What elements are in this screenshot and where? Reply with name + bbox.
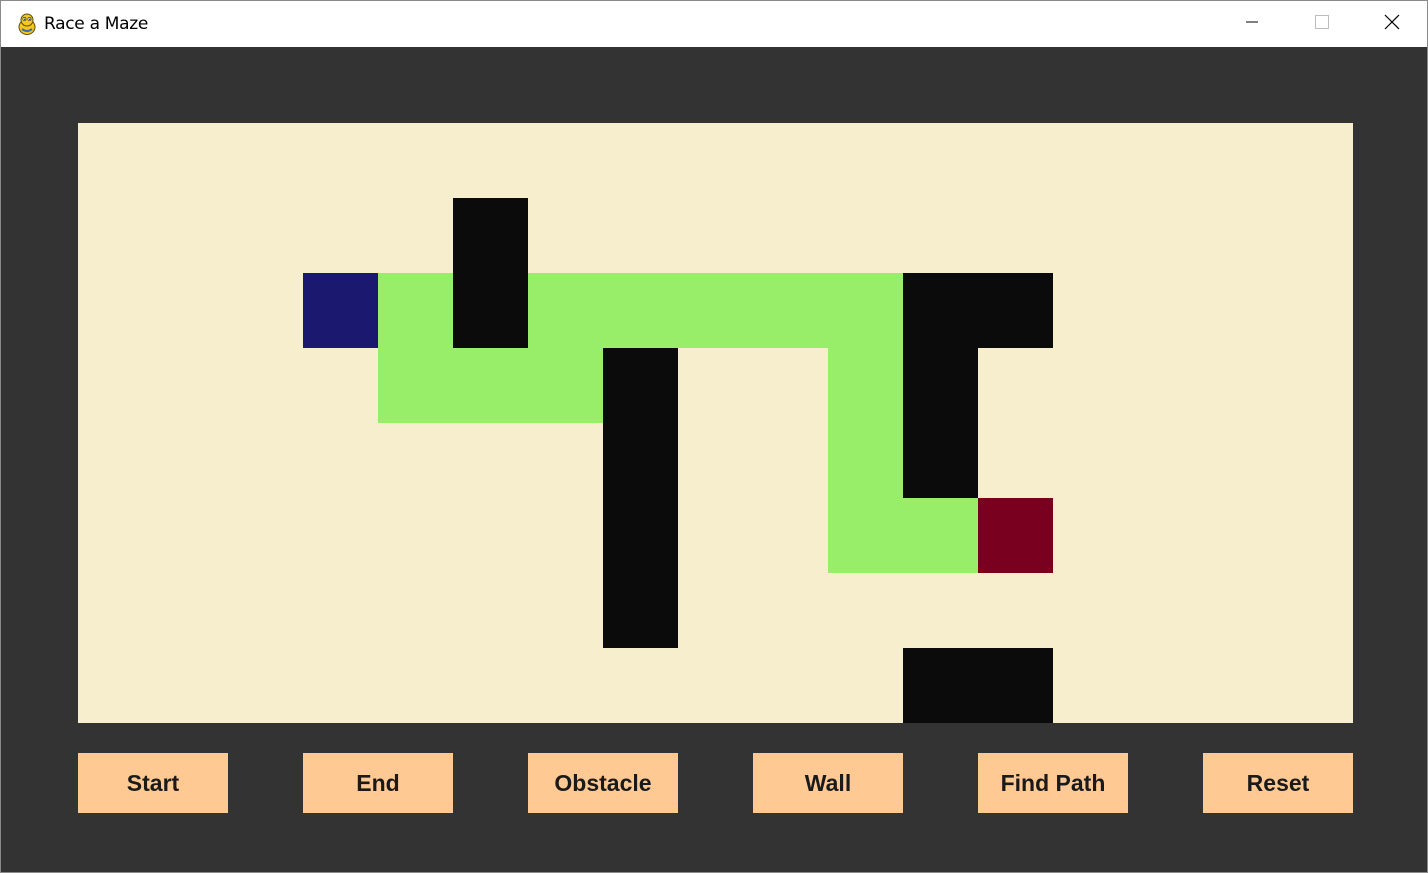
- wall-cell[interactable]: [603, 348, 678, 423]
- path-cell[interactable]: [828, 498, 903, 573]
- maximize-icon: [1315, 14, 1329, 34]
- path-cell[interactable]: [828, 273, 903, 348]
- path-cell[interactable]: [903, 498, 978, 573]
- app-window: Race a Maze Start End Obstacle Wall Find…: [0, 0, 1428, 873]
- start-button[interactable]: Start: [78, 753, 228, 813]
- path-cell[interactable]: [678, 273, 753, 348]
- wall-cell[interactable]: [903, 648, 978, 723]
- path-cell[interactable]: [828, 423, 903, 498]
- start-cell[interactable]: [303, 273, 378, 348]
- path-cell[interactable]: [378, 273, 453, 348]
- find-path-button[interactable]: Find Path: [978, 753, 1128, 813]
- wall-cell[interactable]: [903, 273, 978, 348]
- wall-cell[interactable]: [603, 573, 678, 648]
- path-cell[interactable]: [378, 348, 453, 423]
- reset-button[interactable]: Reset: [1203, 753, 1353, 813]
- title-bar[interactable]: Race a Maze: [1, 1, 1427, 47]
- end-button[interactable]: End: [303, 753, 453, 813]
- close-icon: [1384, 14, 1400, 35]
- wall-cell[interactable]: [453, 198, 528, 273]
- wall-cell[interactable]: [453, 273, 528, 348]
- minimize-button[interactable]: [1217, 1, 1287, 47]
- path-cell[interactable]: [828, 348, 903, 423]
- pygame-snake-icon: [16, 12, 38, 36]
- path-cell[interactable]: [528, 273, 603, 348]
- path-cell[interactable]: [603, 273, 678, 348]
- wall-cell[interactable]: [978, 273, 1053, 348]
- wall-cell[interactable]: [978, 648, 1053, 723]
- maximize-button[interactable]: [1287, 1, 1357, 47]
- path-cell[interactable]: [453, 348, 528, 423]
- obstacle-button[interactable]: Obstacle: [528, 753, 678, 813]
- close-button[interactable]: [1357, 1, 1427, 47]
- path-cell[interactable]: [528, 348, 603, 423]
- minimize-icon: [1245, 15, 1259, 34]
- wall-cell[interactable]: [603, 498, 678, 573]
- wall-button[interactable]: Wall: [753, 753, 903, 813]
- wall-cell[interactable]: [903, 348, 978, 423]
- end-cell[interactable]: [978, 498, 1053, 573]
- wall-cell[interactable]: [903, 423, 978, 498]
- maze-grid[interactable]: [78, 123, 1353, 723]
- path-cell[interactable]: [753, 273, 828, 348]
- window-title: Race a Maze: [44, 14, 149, 34]
- wall-cell[interactable]: [603, 423, 678, 498]
